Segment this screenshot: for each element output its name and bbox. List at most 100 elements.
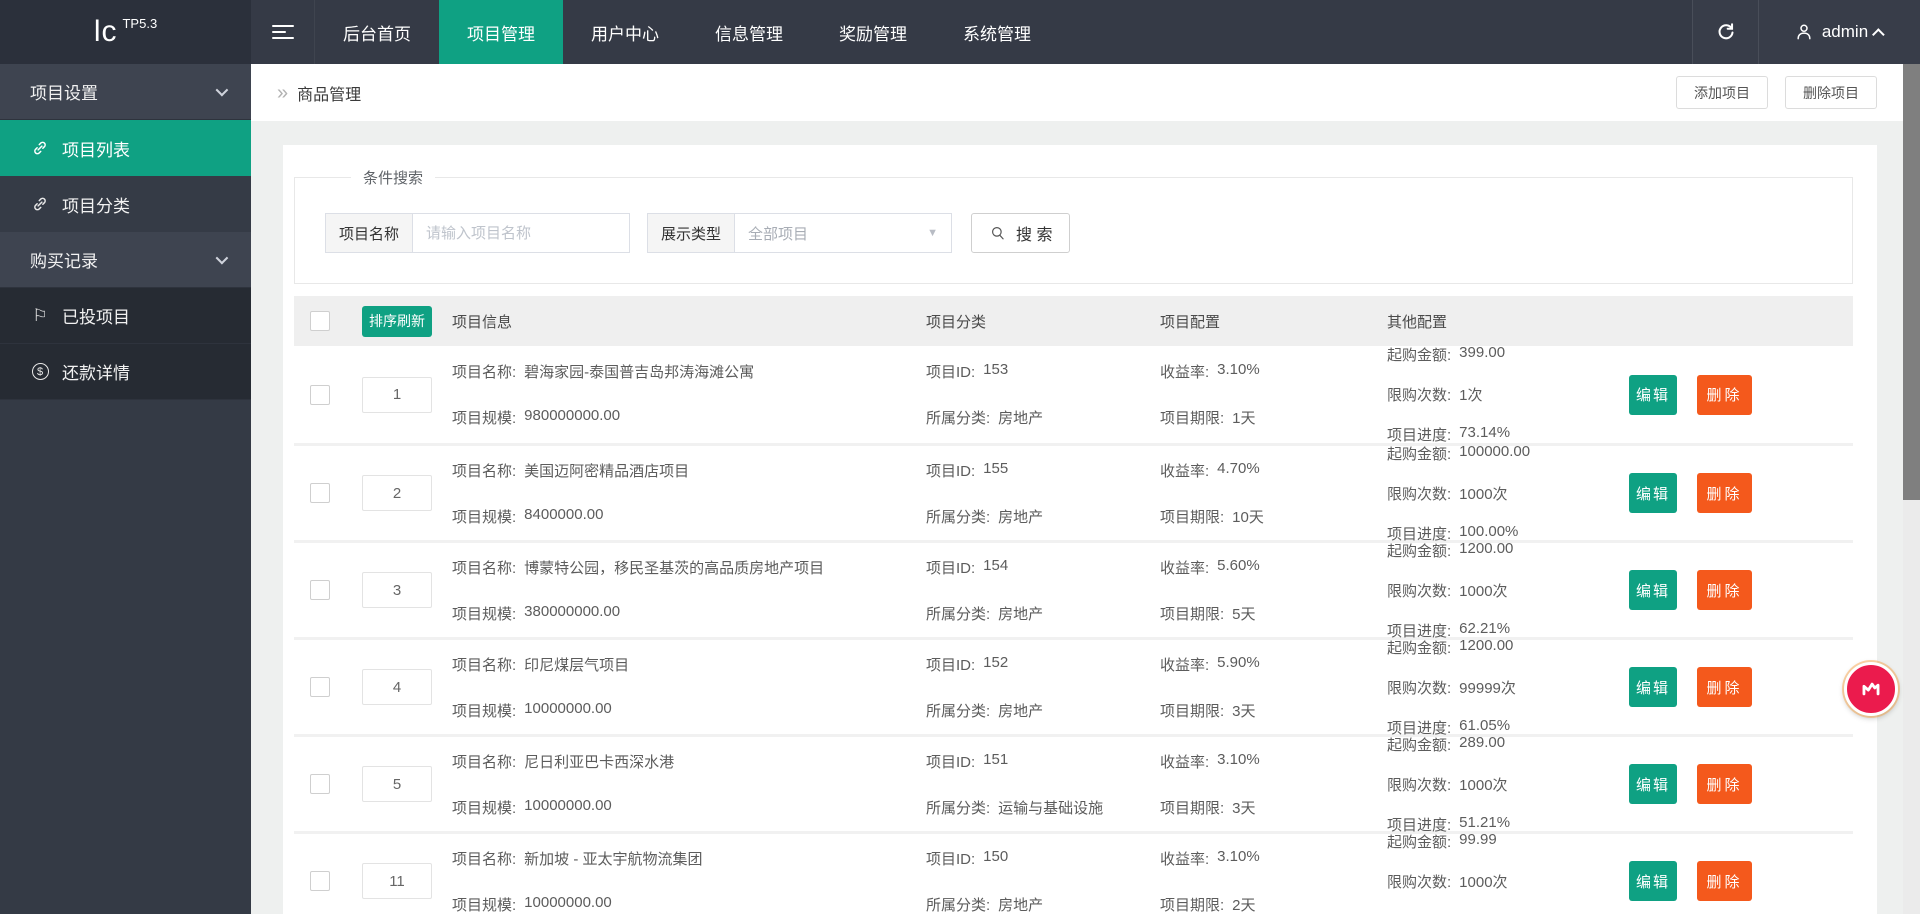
category-label: 所属分类: bbox=[926, 896, 991, 914]
delete-button[interactable]: 删除 bbox=[1697, 374, 1752, 415]
nav-tab-users[interactable]: 用户中心 bbox=[563, 0, 687, 64]
project-name-input[interactable] bbox=[412, 213, 631, 253]
sidebar-item-project-list[interactable]: 项目列表 bbox=[0, 120, 251, 176]
add-project-button[interactable]: 添加项目 bbox=[1676, 76, 1768, 109]
select-all-checkbox[interactable] bbox=[310, 311, 330, 331]
rate-value: 5.60% bbox=[1217, 556, 1260, 574]
delete-button[interactable]: 删除 bbox=[1697, 570, 1752, 610]
period-label: 项目期限: bbox=[1160, 410, 1225, 427]
edit-button[interactable]: 编辑 bbox=[1629, 374, 1677, 415]
scrollbar-thumb[interactable] bbox=[1903, 64, 1920, 500]
sort-order-input[interactable] bbox=[362, 669, 432, 705]
period-value: 3天 bbox=[1232, 702, 1256, 720]
table-row: 项目名称: 印尼煤层气项目 项目规模: 10000000.00 项目ID: 152 所… bbox=[294, 637, 1853, 737]
row-checkbox[interactable] bbox=[310, 384, 330, 405]
column-header-category: 项目分类 bbox=[926, 313, 987, 331]
breadcrumb: 商品管理 bbox=[297, 86, 362, 104]
edit-button[interactable]: 编辑 bbox=[1629, 570, 1677, 610]
breadcrumb-icon: » bbox=[277, 81, 289, 104]
user-menu[interactable]: admin bbox=[1758, 0, 1920, 64]
limit-label: 限购次数: bbox=[1387, 679, 1452, 697]
sidebar-group-project-settings[interactable]: 项目设置 bbox=[0, 64, 251, 120]
nav-tab-rewards[interactable]: 奖励管理 bbox=[811, 0, 935, 64]
project-scale-label: 项目规模: bbox=[452, 799, 517, 817]
project-name-label: 项目名称: bbox=[452, 462, 517, 480]
project-id-label: 项目ID: bbox=[926, 656, 976, 674]
table-row: 项目名称:碧海家园-泰国普吉岛邦涛海滩公寓 项目规模:980000000.00 … bbox=[294, 344, 1853, 444]
progress-label: 项目进度: bbox=[1387, 911, 1451, 914]
delete-project-button[interactable]: 删除项目 bbox=[1785, 76, 1877, 109]
project-name-value: 印尼煤层气项目 bbox=[524, 656, 630, 674]
row-checkbox[interactable] bbox=[310, 774, 330, 794]
sidebar-toggle-button[interactable] bbox=[251, 0, 315, 64]
project-id-value: 151 bbox=[983, 750, 1009, 768]
sidebar-group-label: 项目设置 bbox=[30, 84, 98, 103]
column-header-info: 项目信息 bbox=[452, 313, 513, 331]
sort-order-input[interactable] bbox=[362, 475, 432, 511]
sidebar-item-repayment-details[interactable]: $ 还款详情 bbox=[0, 344, 251, 400]
edit-button[interactable]: 编辑 bbox=[1629, 667, 1677, 707]
project-id-label: 项目ID: bbox=[926, 850, 976, 868]
project-name-label: 项目名称: bbox=[452, 656, 517, 674]
sidebar-item-project-category[interactable]: 项目分类 bbox=[0, 176, 251, 232]
project-scale-label: 项目规模: bbox=[452, 605, 517, 623]
limit-value: 1000次 bbox=[1459, 582, 1508, 600]
main-nav: 后台首页 项目管理 用户中心 信息管理 奖励管理 系统管理 bbox=[315, 0, 1059, 64]
edit-button[interactable]: 编辑 bbox=[1629, 861, 1677, 901]
nav-tab-info[interactable]: 信息管理 bbox=[687, 0, 811, 64]
sort-order-input[interactable] bbox=[362, 376, 432, 413]
project-name-label: 项目名称: bbox=[452, 753, 517, 771]
link-icon bbox=[30, 139, 50, 157]
limit-value: 1000次 bbox=[1459, 485, 1508, 503]
nav-tab-projects[interactable]: 项目管理 bbox=[439, 0, 563, 64]
sidebar-group-purchase-records[interactable]: 购买记录 bbox=[0, 232, 251, 288]
project-id-value: 152 bbox=[983, 653, 1009, 671]
app-logo: lc TP5.3 bbox=[0, 0, 251, 64]
rate-value: 3.10% bbox=[1217, 361, 1260, 378]
project-id-label: 项目ID: bbox=[926, 462, 976, 480]
breadcrumb-bar: » 商品管理 添加项目 删除项目 bbox=[251, 64, 1903, 121]
period-value: 5天 bbox=[1232, 605, 1256, 623]
username: admin bbox=[1821, 22, 1869, 41]
limit-label: 限购次数: bbox=[1387, 582, 1452, 600]
nav-tab-home[interactable]: 后台首页 bbox=[315, 0, 439, 64]
project-name-value: 尼日利亚巴卡西深水港 bbox=[524, 753, 675, 771]
edit-button[interactable]: 编辑 bbox=[1629, 764, 1677, 804]
sort-order-input[interactable] bbox=[362, 863, 432, 899]
delete-button[interactable]: 删除 bbox=[1697, 473, 1752, 513]
project-id-label: 项目ID: bbox=[926, 559, 976, 577]
category-value: 房地产 bbox=[998, 702, 1044, 720]
delete-button[interactable]: 删除 bbox=[1697, 861, 1752, 901]
project-name-value: 碧海家园-泰国普吉岛邦涛海滩公寓 bbox=[524, 364, 755, 381]
project-name-label: 项目名称: bbox=[452, 364, 517, 381]
sidebar: 项目设置 项目列表 项目分类 购买记录 ⚐ 已投项目 $ 还款详情 bbox=[0, 64, 251, 914]
project-id-value: 155 bbox=[983, 459, 1009, 477]
sort-order-input[interactable] bbox=[362, 766, 432, 802]
sort-refresh-button[interactable]: 排序刷新 bbox=[362, 305, 432, 337]
edit-button[interactable]: 编辑 bbox=[1629, 473, 1677, 513]
sidebar-item-invested-projects[interactable]: ⚐ 已投项目 bbox=[0, 288, 251, 344]
page-scrollbar[interactable] bbox=[1903, 64, 1920, 914]
rate-label: 收益率: bbox=[1160, 559, 1210, 577]
delete-button[interactable]: 删除 bbox=[1697, 667, 1752, 707]
sort-order-input[interactable] bbox=[362, 572, 432, 608]
period-label: 项目期限: bbox=[1160, 702, 1225, 720]
refresh-button[interactable] bbox=[1692, 0, 1758, 64]
rate-value: 5.90% bbox=[1217, 653, 1260, 671]
nav-tab-system[interactable]: 系统管理 bbox=[935, 0, 1059, 64]
search-icon bbox=[992, 227, 1004, 240]
floating-service-button[interactable] bbox=[1844, 662, 1898, 716]
row-checkbox[interactable] bbox=[310, 871, 330, 891]
chevron-down-icon bbox=[215, 83, 229, 97]
project-name-label: 项目名称: bbox=[452, 559, 517, 577]
project-scale-value: 10000000.00 bbox=[524, 893, 612, 911]
row-checkbox[interactable] bbox=[310, 677, 330, 697]
project-name-value: 美国迈阿密精品酒店项目 bbox=[524, 462, 690, 480]
row-checkbox[interactable] bbox=[310, 580, 330, 600]
row-checkbox[interactable] bbox=[310, 483, 330, 503]
display-type-select[interactable]: 全部项目 ▼ bbox=[734, 213, 953, 253]
delete-button[interactable]: 删除 bbox=[1697, 764, 1752, 804]
category-label: 所属分类: bbox=[926, 605, 991, 623]
search-button[interactable]: 搜 索 bbox=[971, 213, 1071, 253]
project-name-value: 博蒙特公园，移民圣基茨的高品质房地产项目 bbox=[524, 559, 825, 577]
